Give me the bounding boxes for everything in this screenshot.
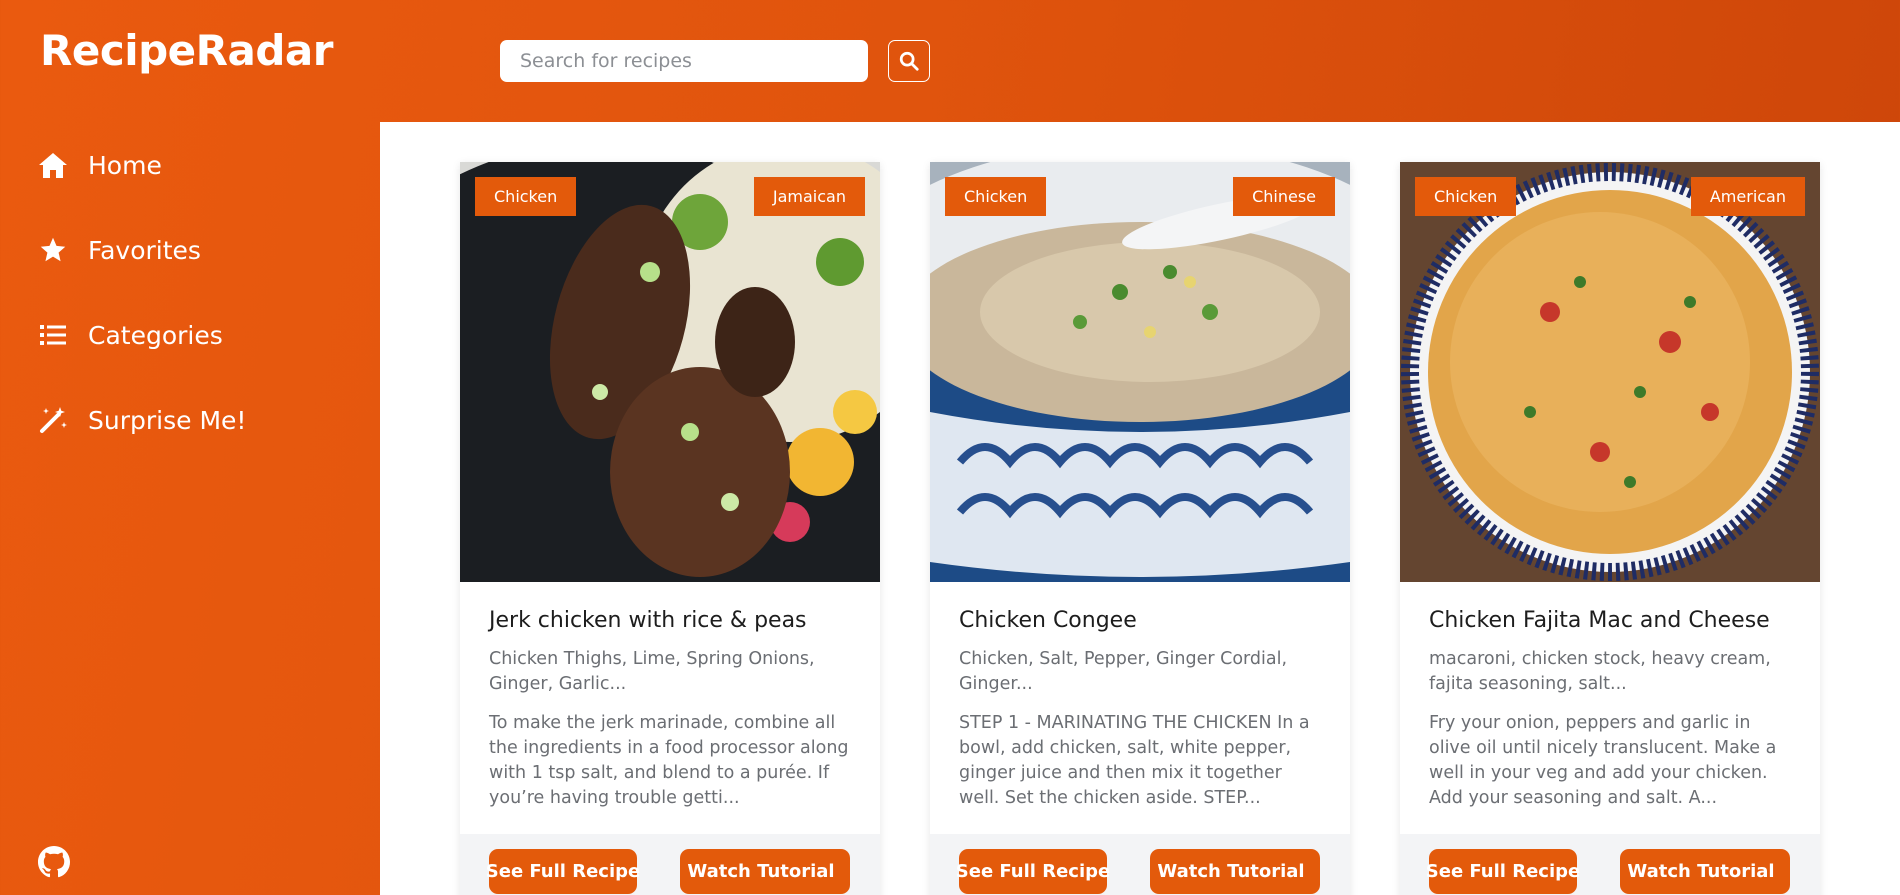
- see-full-recipe-button[interactable]: See Full Recipe: [485, 849, 641, 894]
- sidebar-item-label: Categories: [88, 320, 223, 350]
- sidebar-item-surprise-me[interactable]: Surprise Me!: [38, 405, 246, 435]
- see-full-recipe-button[interactable]: See Full Recipe: [955, 849, 1111, 894]
- category-tag[interactable]: Chicken: [475, 177, 577, 216]
- watch-tutorial-button[interactable]: Watch Tutorial: [1150, 849, 1320, 894]
- github-icon[interactable]: [38, 846, 70, 878]
- search-input[interactable]: [500, 40, 868, 82]
- card-footer: See Full Recipe Watch Tutorial: [460, 834, 880, 895]
- recipe-card: Chicken Chinese Chicken Congee Chicken, …: [930, 162, 1350, 895]
- sidebar: Home Favorites Categories Surprise Me!: [0, 122, 380, 895]
- recipe-ingredients: macaroni, chicken stock, heavy cream, fa…: [1429, 649, 1771, 694]
- see-full-recipe-button[interactable]: See Full Recipe: [1425, 849, 1581, 894]
- area-tag[interactable]: Chinese: [1233, 177, 1335, 216]
- recipe-ingredients: Chicken, Salt, Pepper, Ginger Cordial, G…: [959, 649, 1288, 694]
- recipe-image[interactable]: Chicken Chinese: [930, 162, 1350, 582]
- card-footer: See Full Recipe Watch Tutorial: [930, 834, 1350, 895]
- button-label: Watch Tutorial: [687, 861, 835, 882]
- recipe-ingredients: Chicken Thighs, Lime, Spring Onions, Gin…: [489, 649, 815, 694]
- app-logo[interactable]: RecipeRadar: [40, 26, 333, 75]
- recipe-grid: Chicken Jamaican Jerk chicken with rice …: [380, 122, 1900, 895]
- sidebar-item-home[interactable]: Home: [38, 150, 162, 180]
- watch-tutorial-button[interactable]: Watch Tutorial: [1620, 849, 1790, 894]
- category-tag[interactable]: Chicken: [945, 177, 1047, 216]
- recipe-card: Chicken American Chicken Fajita Mac and …: [1400, 162, 1820, 895]
- area-tag[interactable]: Jamaican: [753, 177, 865, 216]
- button-label: See Full Recipe: [955, 861, 1111, 882]
- category-tag[interactable]: Chicken: [1415, 177, 1517, 216]
- recipe-title: Jerk chicken with rice & peas: [489, 608, 807, 633]
- recipe-title: Chicken Fajita Mac and Cheese: [1429, 608, 1770, 633]
- search-button[interactable]: [888, 40, 930, 82]
- button-label: See Full Recipe: [1425, 861, 1581, 882]
- recipe-description: STEP 1 - MARINATING THE CHICKEN In a bow…: [959, 713, 1310, 808]
- sidebar-item-label: Home: [88, 150, 162, 180]
- recipe-image[interactable]: Chicken American: [1400, 162, 1820, 582]
- watch-tutorial-button[interactable]: Watch Tutorial: [680, 849, 850, 894]
- button-label: Watch Tutorial: [1157, 861, 1305, 882]
- recipe-card: Chicken Jamaican Jerk chicken with rice …: [460, 162, 880, 895]
- sidebar-item-categories[interactable]: Categories: [38, 320, 223, 350]
- recipe-image[interactable]: Chicken Jamaican: [460, 162, 880, 582]
- magic-wand-icon: [38, 405, 68, 435]
- area-tag[interactable]: American: [1690, 177, 1805, 216]
- search-icon: [899, 51, 919, 71]
- search-bar: [500, 40, 930, 82]
- star-icon: [38, 235, 68, 265]
- button-label: Watch Tutorial: [1627, 861, 1775, 882]
- button-label: See Full Recipe: [485, 861, 641, 882]
- home-icon: [38, 150, 68, 180]
- recipe-description: To make the jerk marinade, combine all t…: [489, 713, 849, 808]
- sidebar-item-favorites[interactable]: Favorites: [38, 235, 201, 265]
- sidebar-item-label: Favorites: [88, 235, 201, 265]
- sidebar-item-label: Surprise Me!: [88, 405, 247, 435]
- recipe-title: Chicken Congee: [959, 608, 1137, 633]
- card-footer: See Full Recipe Watch Tutorial: [1400, 834, 1820, 895]
- list-icon: [38, 320, 68, 350]
- recipe-description: Fry your onion, peppers and garlic in ol…: [1429, 713, 1777, 808]
